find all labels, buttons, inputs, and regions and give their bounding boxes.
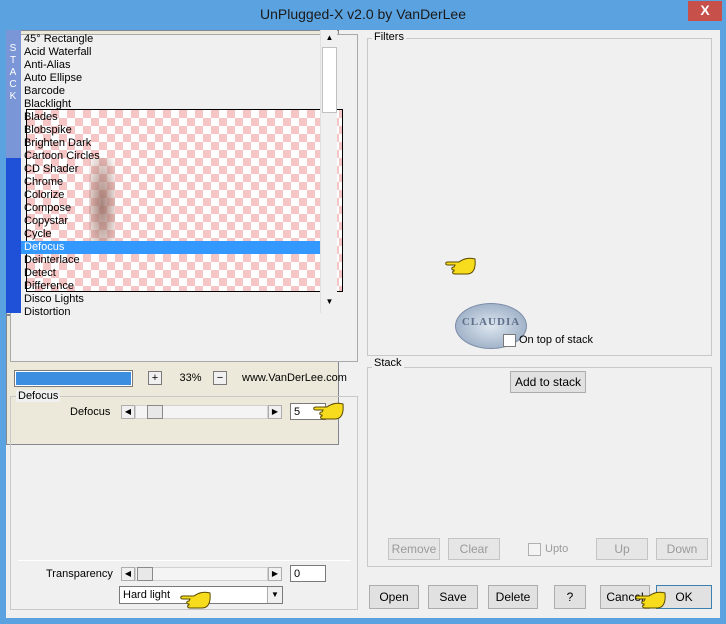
transparency-slider-right-arrow[interactable]: ▶ <box>268 567 282 581</box>
filters-scroll-thumb[interactable] <box>322 47 337 113</box>
filter-list-item[interactable]: Compose <box>21 202 320 215</box>
pointing-hand-icon <box>313 402 344 420</box>
zoom-in-button[interactable]: + <box>148 371 162 385</box>
save-button[interactable]: Save <box>428 585 478 609</box>
claudia-watermark-text: CLAUDIA <box>461 316 521 328</box>
filter-list-item[interactable]: Distortion <box>21 306 320 319</box>
settings-divider <box>18 560 351 561</box>
filters-group <box>367 38 712 356</box>
window-title: UnPlugged-X v2.0 by VanDerLee <box>260 6 466 22</box>
chevron-down-icon[interactable]: ▼ <box>267 587 282 603</box>
website-link[interactable]: www.VanDerLee.com <box>242 371 347 385</box>
clear-button[interactable]: Clear <box>448 538 500 560</box>
filter-list-item[interactable]: Blades <box>21 111 320 124</box>
filter-list-item[interactable]: Colorize <box>21 189 320 202</box>
claudia-watermark-logo: CLAUDIA <box>455 303 527 349</box>
filter-list-item[interactable]: Detect <box>21 267 320 280</box>
upto-checkbox[interactable] <box>528 543 541 556</box>
pointing-hand-icon <box>445 257 476 275</box>
filter-list-item[interactable]: Auto Ellipse <box>21 72 320 85</box>
close-button[interactable]: X <box>688 1 722 21</box>
defocus-slider-right-arrow[interactable]: ▶ <box>268 405 282 419</box>
progress-fill <box>16 372 131 385</box>
defocus-slider-thumb[interactable] <box>147 405 163 419</box>
open-button[interactable]: Open <box>369 585 419 609</box>
stack-group-label: Stack <box>372 357 404 369</box>
zoom-out-button[interactable]: − <box>213 371 227 385</box>
progress-bar <box>14 370 133 387</box>
remove-button[interactable]: Remove <box>388 538 440 560</box>
filter-list-item[interactable]: Barcode <box>21 85 320 98</box>
transparency-slider-thumb[interactable] <box>137 567 153 581</box>
upto-label: Upto <box>545 543 569 555</box>
defocus-label: Defocus <box>70 406 111 418</box>
defocus-slider-left-arrow[interactable]: ◀ <box>121 405 135 419</box>
transparency-slider-left-arrow[interactable]: ◀ <box>121 567 135 581</box>
transparency-label: Transparency <box>46 568 113 580</box>
blend-mode-value: Hard light <box>123 589 171 601</box>
filter-list-item[interactable]: Cartoon Circles <box>21 150 320 163</box>
filter-list-item[interactable]: Deinterlace <box>21 254 320 267</box>
pointing-hand-icon <box>180 591 211 609</box>
add-to-stack-button[interactable]: Add to stack <box>510 371 586 393</box>
filter-list-item[interactable]: Blobspike <box>21 124 320 137</box>
pointing-hand-icon <box>635 591 666 609</box>
filter-list-item[interactable]: Brighten Dark <box>21 137 320 150</box>
scroll-down-icon[interactable]: ▼ <box>322 296 337 311</box>
filters-group-label: Filters <box>372 31 406 43</box>
filter-list-item[interactable]: Defocus <box>21 241 320 254</box>
filters-list[interactable]: FILTERS 45° RectangleAcid WaterfallAnti-… <box>6 30 339 319</box>
filter-list-item[interactable]: Difference <box>21 280 320 293</box>
on-top-of-stack-label: On top of stack <box>519 334 593 346</box>
filter-list-item[interactable]: Copystar <box>21 215 320 228</box>
transparency-value-field[interactable]: 0 <box>290 565 326 582</box>
delete-button[interactable]: Delete <box>488 585 538 609</box>
filters-scrollbar[interactable]: ▲ ▼ <box>320 30 337 313</box>
title-bar: UnPlugged-X v2.0 by VanDerLee X <box>0 0 726 30</box>
filter-list-item[interactable]: 45° Rectangle <box>21 33 320 46</box>
defocus-slider-track[interactable] <box>135 405 268 419</box>
help-button[interactable]: ? <box>554 585 586 609</box>
down-button[interactable]: Down <box>656 538 708 560</box>
settings-group-label: Defocus <box>16 390 61 402</box>
filter-list-item[interactable]: Acid Waterfall <box>21 46 320 59</box>
filter-list-item[interactable]: Blacklight <box>21 98 320 111</box>
filter-list-item[interactable]: Chrome <box>21 176 320 189</box>
filter-list-item[interactable]: Cycle <box>21 228 320 241</box>
scroll-up-icon[interactable]: ▲ <box>322 32 337 47</box>
filter-list-item[interactable]: Anti-Alias <box>21 59 320 72</box>
dialog-client: + 33% − www.VanDerLee.com Defocus Defocu… <box>6 30 720 618</box>
zoom-level: 33% <box>179 372 202 384</box>
filters-items: 45° Rectangle Acid Waterfall Anti-Alias Aut… <box>21 33 320 319</box>
stack-group <box>367 367 712 567</box>
up-button[interactable]: Up <box>596 538 648 560</box>
on-top-of-stack-checkbox[interactable] <box>503 334 516 347</box>
transparency-slider-track[interactable] <box>135 567 268 581</box>
filter-list-item[interactable]: Disco Lights <box>21 293 320 306</box>
filter-list-item[interactable]: CD Shader <box>21 163 320 176</box>
